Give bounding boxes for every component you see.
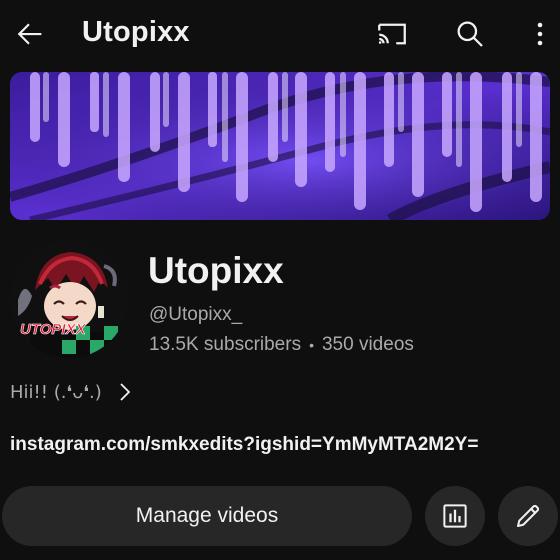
analytics-icon: [443, 504, 467, 528]
edit-channel-button[interactable]: [498, 486, 558, 546]
wisteria-banner-image: [10, 72, 550, 220]
chevron-right-icon: [118, 380, 134, 404]
stats-separator: •: [309, 337, 314, 353]
avatar-image: UTOPIXX: [10, 240, 128, 358]
video-count: 350 videos: [321, 334, 414, 355]
cast-button[interactable]: [370, 14, 414, 54]
channel-handle: @Utopixx_: [149, 304, 243, 325]
channel-link[interactable]: instagram.com/smkxedits?igshid=YmMyMTA2M…: [10, 434, 478, 456]
channel-banner: [10, 72, 550, 220]
channel-avatar[interactable]: UTOPIXX: [10, 240, 128, 358]
channel-description: Hii!! (.❛ᴗ❛.): [10, 381, 102, 403]
cast-icon: [378, 23, 406, 45]
more-options-button[interactable]: [522, 14, 558, 54]
search-icon: [457, 21, 483, 47]
subscriber-count: 13.5K subscribers: [149, 334, 302, 355]
more-vertical-icon: [537, 22, 543, 46]
analytics-button[interactable]: [425, 486, 485, 546]
back-button[interactable]: [10, 14, 50, 54]
channel-page: Utopixx UTOPIXX Utopixx @Utopixx_ 13.5K …: [0, 0, 560, 560]
channel-stats: 13.5K subscribers • 350 videos: [149, 334, 414, 356]
edit-pencil-icon: [517, 504, 540, 527]
page-title: Utopixx: [82, 16, 190, 48]
channel-description-row[interactable]: Hii!! (.❛ᴗ❛.): [10, 380, 134, 404]
svg-text:UTOPIXX: UTOPIXX: [20, 321, 87, 338]
manage-videos-button[interactable]: Manage videos: [2, 486, 412, 546]
arrow-back-icon: [17, 23, 42, 45]
search-button[interactable]: [450, 14, 490, 54]
channel-name: Utopixx: [148, 250, 284, 291]
top-app-bar: Utopixx: [0, 0, 560, 70]
